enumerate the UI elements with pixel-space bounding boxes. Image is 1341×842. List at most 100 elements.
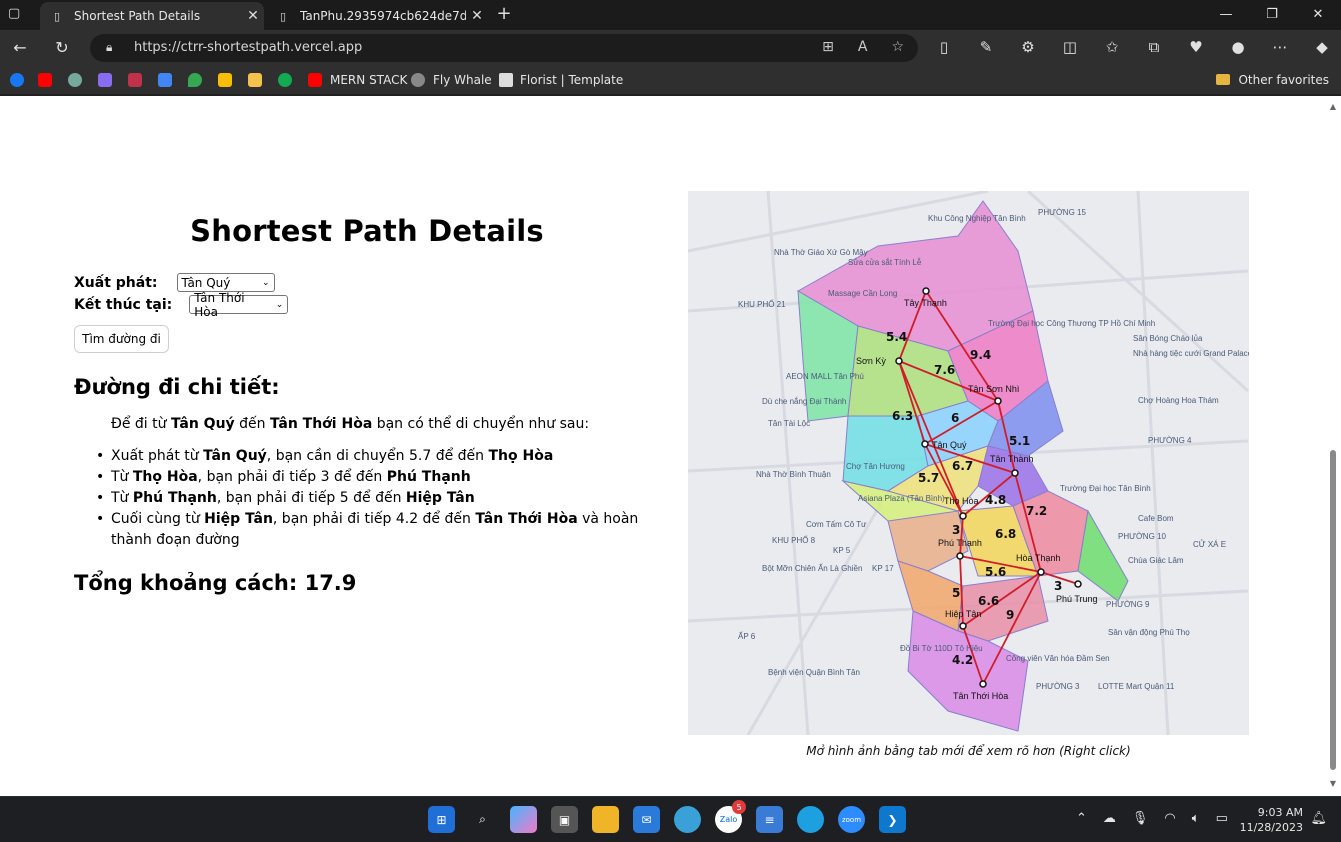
vscode-icon[interactable]: ❯ — [879, 806, 906, 833]
battery-icon[interactable]: ▭ — [1216, 811, 1228, 826]
place-label: Đồ Bi Tờ 110D Tô Hiệu — [900, 644, 983, 653]
youtube-icon[interactable] — [38, 73, 52, 87]
translate-icon[interactable] — [158, 73, 172, 87]
place-label: Asiana Plaza (Tân Bình) — [858, 494, 945, 503]
place-label: KHU PHỐ 8 — [772, 535, 816, 545]
phone-icon[interactable]: ▯ — [934, 38, 954, 56]
back-icon[interactable]: ← — [10, 38, 30, 58]
maps-app-icon[interactable] — [674, 806, 701, 833]
close-icon[interactable]: ✕ — [466, 8, 488, 24]
minimize-icon[interactable]: — — [1203, 0, 1249, 30]
tab-strip: ▢ ▯ Shortest Path Details ✕ ▯ TanPhu.293… — [0, 0, 1341, 30]
favorites-icon[interactable]: ✩ — [1102, 38, 1122, 56]
split-screen-icon[interactable]: ◫ — [1060, 38, 1080, 56]
node-label: Tây Thạnh — [904, 298, 947, 308]
place-label: Sân Bóng Cháo lủa — [1133, 334, 1203, 343]
node-label: Sơn Kỳ — [856, 356, 886, 366]
edge-icon[interactable] — [797, 806, 824, 833]
cloud-icon[interactable]: ☁ — [1103, 811, 1116, 826]
edge-weight: 6 — [951, 411, 959, 425]
place-label: Sửa cửa sắt Tính Lễ — [848, 258, 922, 267]
maps-icon[interactable] — [188, 73, 202, 87]
chatgpt-icon[interactable] — [68, 73, 82, 87]
edge-weight: 6.8 — [995, 527, 1016, 541]
place-label: Nhà hàng tiệc cưới Grand Palace — [1133, 349, 1249, 358]
notepad-icon[interactable]: ≡ — [756, 806, 783, 833]
copilot-icon[interactable]: ◆ — [1312, 38, 1332, 56]
section-title: Đường đi chi tiết: — [74, 375, 280, 399]
tab-actions-icon[interactable]: ▢ — [8, 6, 28, 24]
place-label: Massage Cần Long — [828, 289, 897, 298]
zoom-icon[interactable]: zoom — [838, 806, 865, 833]
close-icon[interactable]: ✕ — [242, 8, 264, 24]
tab-shortest-path[interactable]: ▯ Shortest Path Details ✕ — [40, 2, 264, 30]
start-icon[interactable]: ⊞ — [428, 806, 455, 833]
favorite-star-icon[interactable]: ☆ — [891, 39, 904, 55]
read-aloud-icon[interactable]: A — [858, 39, 868, 55]
navigation-bar: ← ↻ 🔒︎ https://ctrr-shortestpath.vercel.… — [0, 30, 1341, 66]
scrollbar-thumb[interactable] — [1330, 450, 1336, 770]
intro-prefix: Để đi từ — [111, 416, 171, 432]
apps-icon[interactable]: ⊞ — [822, 39, 834, 55]
lock-icon[interactable]: 🔒︎ — [106, 40, 112, 55]
profile-avatar[interactable]: ● — [1228, 38, 1248, 56]
scroll-up-icon[interactable]: ▲ — [1329, 102, 1337, 111]
end-select[interactable]: Tân Thới Hòa ⌄ — [189, 291, 289, 319]
edge-weight: 6.3 — [892, 409, 913, 423]
bookmark-fly-whale[interactable]: Fly Whale — [433, 73, 492, 87]
tab-tanphu-image[interactable]: ▯ TanPhu.2935974cb624de7d6374.p ✕ — [266, 2, 488, 30]
place-label: Chùa Giác Lâm — [1128, 556, 1184, 565]
page-icon[interactable] — [499, 73, 513, 87]
other-favorites[interactable]: Other favorites — [1216, 73, 1329, 87]
zalo-icon[interactable]: Zalo 5 — [715, 800, 746, 833]
collections-icon[interactable]: ⧉ — [1144, 38, 1164, 56]
mongodb-icon[interactable] — [278, 73, 292, 87]
volume-icon[interactable]: 🔈︎ — [1192, 811, 1200, 826]
bookmark-mern-stack[interactable]: MERN STACK — [330, 73, 407, 87]
health-icon[interactable]: ♥ — [1186, 38, 1206, 56]
chevron-up-icon[interactable]: ⌃ — [1076, 811, 1087, 826]
place-label: LOTTE Mart Quận 11 — [1098, 682, 1175, 691]
new-tab-button[interactable]: + — [494, 4, 514, 24]
scroll-down-icon[interactable]: ▼ — [1329, 779, 1337, 788]
refresh-icon[interactable]: ↻ — [52, 38, 72, 58]
place-label: KP 17 — [872, 564, 894, 573]
find-path-button[interactable]: Tìm đường đi — [74, 325, 169, 353]
bookmark-florist-template[interactable]: Florist | Template — [520, 73, 623, 87]
close-window-icon[interactable]: ✕ — [1295, 0, 1341, 30]
youtube-icon[interactable] — [308, 73, 322, 87]
drive-icon[interactable] — [218, 73, 232, 87]
address-bar[interactable]: 🔒︎ https://ctrr-shortestpath.vercel.app … — [90, 34, 918, 62]
node-label: Hòa Thạnh — [1016, 553, 1060, 563]
clock[interactable]: 9:03 AM 11/28/2023 — [1240, 805, 1303, 835]
restore-icon[interactable]: ❐ — [1249, 0, 1295, 30]
end-select-value: Tân Thới Hòa — [194, 290, 245, 319]
microphone-icon[interactable]: 🎙︎ — [1132, 811, 1149, 826]
copilot-icon[interactable] — [510, 806, 537, 833]
edge-weight: 7.2 — [1026, 504, 1047, 518]
fly-whale-icon[interactable] — [411, 73, 425, 87]
file-explorer-icon[interactable] — [592, 806, 619, 833]
wifi-icon[interactable]: ◠ — [1164, 811, 1175, 826]
tab-title: Shortest Path Details — [74, 9, 201, 23]
place-label: Bệnh viện Quận Bình Tân — [768, 668, 860, 677]
place-label: ẤP 6 — [738, 631, 756, 641]
folder-icon[interactable] — [248, 73, 262, 87]
gemini-icon[interactable] — [98, 73, 112, 87]
place-label: PHƯỜNG 3 — [1036, 682, 1080, 691]
extensions-icon[interactable]: ⚙ — [1018, 38, 1038, 56]
pen-icon[interactable]: ✎ — [976, 38, 996, 56]
path-details-panel: Shortest Path Details Xuất phát: Tân Quý… — [74, 214, 664, 595]
notification-bell-icon[interactable]: 🔔︎ — [1310, 811, 1327, 826]
mail-icon[interactable]: ✉ — [633, 806, 660, 833]
facebook-icon[interactable] — [10, 73, 24, 87]
page-scrollbar[interactable]: ▲ ▼ — [1329, 100, 1337, 790]
search-icon[interactable]: ⌕ — [469, 806, 496, 833]
star-app-icon[interactable] — [128, 73, 142, 87]
place-label: CỬ XÁ E — [1193, 540, 1226, 549]
more-icon[interactable]: ⋯ — [1270, 38, 1290, 56]
start-select[interactable]: Tân Quý ⌄ — [176, 273, 275, 292]
district-graph-map[interactable]: Tây Thạnh Sơn Kỳ Tân Sơn Nhì Tân Quý Tân… — [688, 191, 1249, 735]
url-text[interactable]: https://ctrr-shortestpath.vercel.app — [134, 40, 362, 55]
task-view-icon[interactable]: ▣ — [551, 806, 578, 833]
